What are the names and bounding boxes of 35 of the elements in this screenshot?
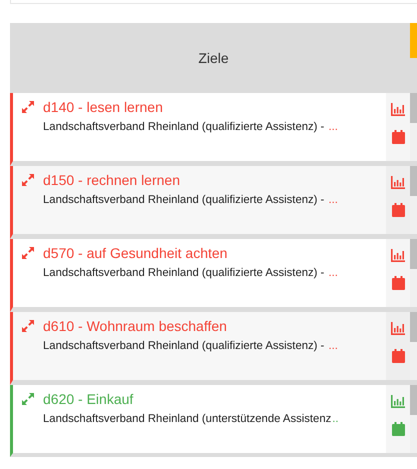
bar-chart-icon[interactable]	[391, 322, 405, 335]
calendar-icon[interactable]	[392, 422, 404, 436]
expand-icon[interactable]	[22, 320, 34, 332]
scrollbar-thumb[interactable]	[410, 166, 417, 196]
goal-card[interactable]: d620 - Einkauf Landschaftsverband Rheinland (unterstützende Assistenz..	[10, 385, 417, 457]
scrollbar-thumb[interactable]	[410, 93, 417, 123]
calendar-icon[interactable]	[392, 203, 404, 217]
goal-title: d610 - Wohnraum beschaffen	[43, 317, 228, 335]
scrollbar-thumb[interactable]	[410, 23, 417, 58]
goal-subtitle: Landschaftsverband Rheinland (qualifizierte Assistenz) - ...	[43, 121, 339, 133]
goal-card[interactable]: d150 - rechnen lernen Landschaftsverband Rheinland (qualifizierte Assistenz) - ...	[10, 166, 417, 239]
goal-title: d620 - Einkauf	[43, 390, 134, 408]
bar-chart-icon[interactable]	[391, 249, 405, 262]
bar-chart-icon[interactable]	[391, 395, 405, 408]
calendar-icon[interactable]	[392, 349, 404, 363]
expand-icon[interactable]	[22, 393, 34, 405]
scrollbar-thumb[interactable]	[410, 239, 417, 269]
expand-icon[interactable]	[22, 101, 34, 113]
goal-title: d140 - lesen lernen	[43, 98, 164, 116]
scrollbar-thumb[interactable]	[410, 385, 417, 415]
calendar-icon[interactable]	[392, 276, 404, 290]
goal-title: d570 - auf Gesundheit achten	[43, 244, 228, 262]
calendar-icon[interactable]	[392, 130, 404, 144]
expand-icon[interactable]	[22, 247, 34, 259]
goal-subtitle: Landschaftsverband Rheinland (unterstützende Assistenz..	[43, 413, 340, 425]
goal-subtitle: Landschaftsverband Rheinland (qualifizierte Assistenz) - ...	[43, 340, 339, 352]
bar-chart-icon[interactable]	[391, 176, 405, 189]
goal-subtitle: Landschaftsverband Rheinland (qualifizierte Assistenz) - ...	[43, 194, 339, 206]
goal-title: d150 - rechnen lernen	[43, 171, 181, 189]
goal-card[interactable]: d610 - Wohnraum beschaffen Landschaftsverband Rheinland (qualifizierte Assistenz) - ...	[10, 312, 417, 385]
header-title: Ziele	[198, 50, 229, 66]
scrollbar-thumb[interactable]	[410, 312, 417, 342]
goal-subtitle: Landschaftsverband Rheinland (qualifizierte Assistenz) - ...	[43, 267, 339, 279]
expand-icon[interactable]	[22, 174, 34, 186]
bar-chart-icon[interactable]	[391, 103, 405, 116]
